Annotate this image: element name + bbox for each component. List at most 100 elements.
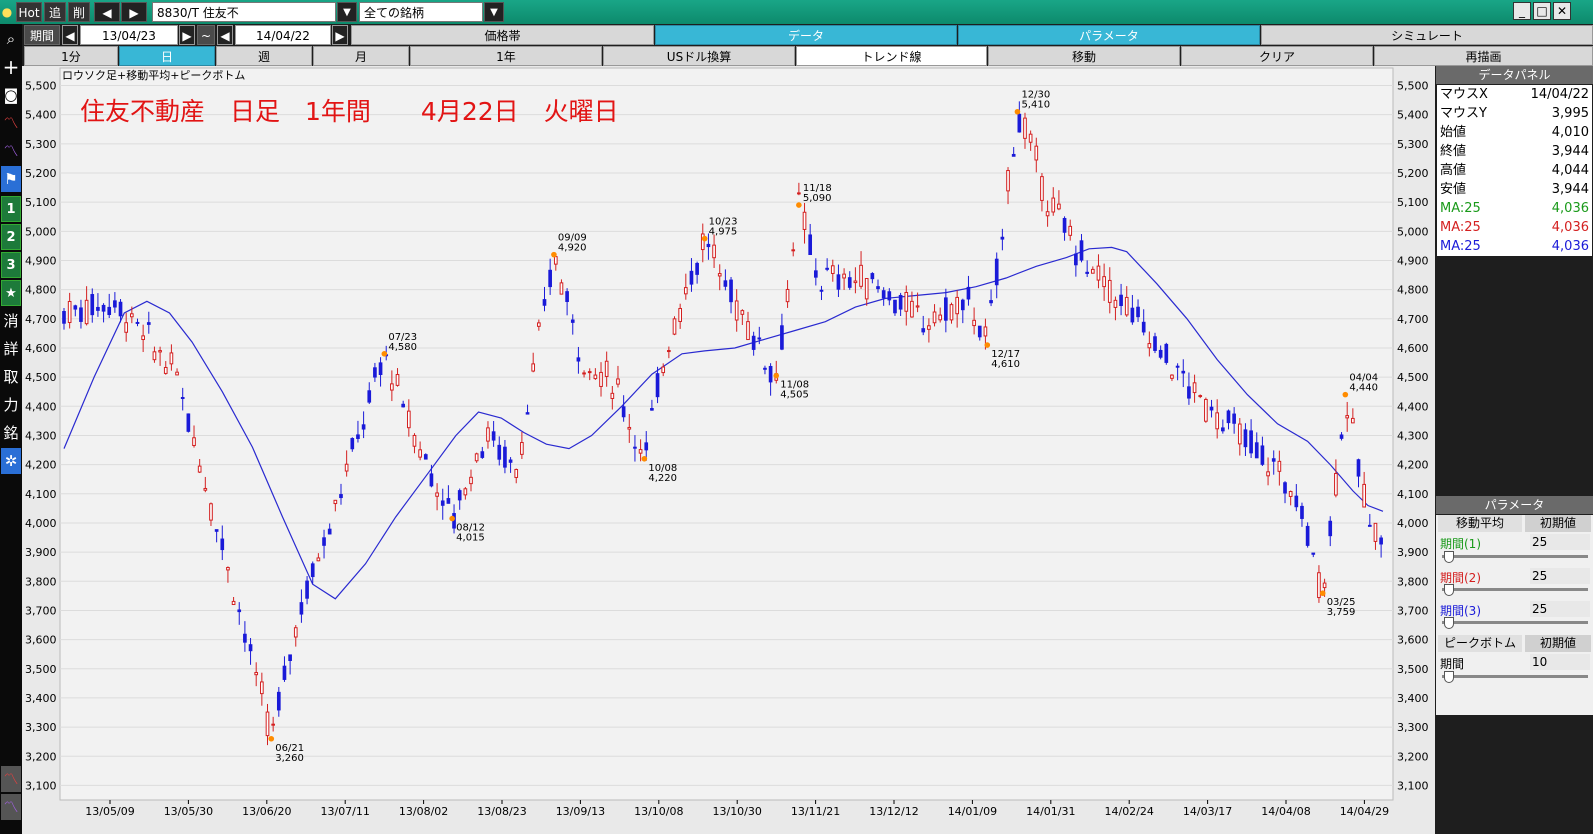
close-icon[interactable]: ✕ [1553, 2, 1571, 20]
universe-field[interactable]: 全ての銘柄 [359, 2, 483, 22]
candle-body [734, 300, 739, 321]
candle-body [180, 397, 185, 400]
to-next-button[interactable]: ▶ [332, 25, 348, 45]
stock-button[interactable]: 銘 [1, 420, 21, 446]
y-tick-label-left: 5,100 [25, 196, 57, 209]
pb-period-slider[interactable] [1442, 675, 1588, 678]
data-row: マウスX 14/04/22 [1437, 85, 1592, 104]
trade-button[interactable]: 取 [1, 364, 21, 390]
from-prev-button[interactable]: ◀ [62, 25, 78, 45]
period-3-slider-knob[interactable] [1444, 617, 1454, 629]
tab-data[interactable]: データ [655, 25, 957, 45]
y-tick-label-left: 4,100 [25, 488, 57, 501]
usd-convert-button[interactable]: USドル換算 [603, 46, 795, 66]
candlestick-chart[interactable]: 07/234,58009/094,92010/234,97511/185,090… [22, 66, 1435, 834]
tab-moving-average[interactable]: 移動平均 [1438, 515, 1522, 532]
from-date-field[interactable]: 13/04/23 [80, 25, 178, 45]
candle-body [881, 290, 886, 299]
candle-body [847, 277, 852, 288]
to-prev-button[interactable]: ◀ [217, 25, 233, 45]
from-next-button[interactable]: ▶ [179, 25, 195, 45]
preset-3-button[interactable]: 3 [1, 252, 21, 278]
prev-symbol-button[interactable]: ◀ [94, 2, 120, 22]
candle-body [825, 267, 829, 270]
period-1-input[interactable]: 25 [1530, 534, 1590, 550]
pb-period-input[interactable]: 10 [1530, 654, 1590, 670]
tab-1min[interactable]: 1分 [24, 46, 118, 66]
flag-icon[interactable]: ⚑ [1, 166, 21, 192]
y-tick-label-left: 3,100 [25, 779, 57, 792]
side-panel: データパネル マウスX 14/04/22 マウスY 3,995 始値 4,010 終値… [1436, 66, 1593, 834]
delete-button[interactable]: 削 [68, 2, 90, 22]
move-button[interactable]: 移動 [988, 46, 1180, 66]
search-icon[interactable]: ⌕ [1, 26, 21, 52]
chart-purple-icon[interactable]: 〽 [1, 138, 21, 164]
candle-body [1187, 386, 1191, 399]
preset-1-button[interactable]: 1 [1, 196, 21, 222]
candle-body [96, 306, 100, 311]
universe-dropdown-button[interactable]: ▼ [484, 2, 504, 22]
period-1-slider[interactable] [1442, 555, 1588, 558]
preset-2-button[interactable]: 2 [1, 224, 21, 250]
candle-body [1249, 430, 1253, 454]
candle-body [146, 322, 151, 325]
tab-peak-bottom[interactable]: ピークボトム [1438, 635, 1522, 652]
candle-body [1345, 415, 1350, 419]
ma-reset-button[interactable]: 初期値 [1525, 515, 1591, 532]
tab-monthly[interactable]: 月 [313, 46, 409, 66]
tab-parameters[interactable]: パラメータ [958, 25, 1260, 45]
maximize-icon[interactable]: □ [1533, 2, 1551, 20]
star-icon[interactable]: ★ [1, 280, 21, 306]
chart-area[interactable]: 07/23 4,580 09/09 4,920 10/23 4,975 11/18 5,090… [22, 66, 1435, 834]
crosshair-icon[interactable]: + [1, 54, 21, 80]
input-button[interactable]: 力 [1, 392, 21, 418]
candle-body [503, 446, 507, 468]
lightbulb-icon[interactable]: ● [0, 2, 14, 22]
symbol-dropdown-button[interactable]: ▼ [337, 2, 357, 22]
candle-body [1119, 294, 1123, 307]
candle-body [339, 494, 343, 499]
settings-icon[interactable]: ✲ [1, 448, 21, 474]
next-symbol-button[interactable]: ▶ [121, 2, 147, 22]
period-tilde: ~ [197, 25, 215, 45]
detail-button[interactable]: 詳 [1, 336, 21, 362]
candle-body [887, 291, 892, 301]
period-3-input[interactable]: 25 [1530, 601, 1590, 617]
trendline-button[interactable]: トレンド線 [796, 46, 987, 66]
candle-body [373, 367, 377, 378]
to-date-field[interactable]: 14/04/22 [235, 25, 331, 45]
range-1year-button[interactable]: 1年 [410, 46, 602, 66]
chart-red-icon[interactable]: 〽 [1, 110, 21, 136]
clear-button[interactable]: クリア [1181, 46, 1373, 66]
candle-body [1221, 427, 1225, 432]
period-2-input[interactable]: 25 [1530, 568, 1590, 584]
redraw-button[interactable]: 再描画 [1374, 46, 1593, 66]
period-1-slider-knob[interactable] [1444, 551, 1454, 563]
y-tick-label-right: 4,200 [1397, 459, 1429, 472]
add-button[interactable]: 追 [44, 2, 66, 22]
bottom-value-label: 4,015 [456, 533, 485, 544]
tab-simulate[interactable]: シミュレート [1261, 25, 1593, 45]
period-2-slider-knob[interactable] [1444, 584, 1454, 596]
pb-period-slider-knob[interactable] [1444, 671, 1454, 683]
period-3-slider[interactable] [1442, 621, 1588, 624]
camera-icon[interactable]: ◙ [1, 82, 21, 108]
hot-button[interactable]: Hot [16, 2, 42, 22]
candle-body [486, 427, 490, 442]
candle-body [893, 299, 897, 314]
mini-chart-red-icon[interactable]: 〽 [1, 766, 21, 792]
peak-marker [1014, 108, 1021, 115]
erase-button[interactable]: 消 [1, 308, 21, 334]
symbol-field[interactable]: 8830/T 住友不 [152, 2, 336, 22]
period-2-slider[interactable] [1442, 588, 1588, 591]
y-tick-label-left: 3,300 [25, 721, 57, 734]
y-tick-label-right: 4,700 [1397, 313, 1429, 326]
candle-body [62, 311, 66, 324]
tab-price-band[interactable]: 価格帯 [351, 25, 654, 45]
mini-chart-purple-icon[interactable]: 〽 [1, 794, 21, 820]
minimize-icon[interactable]: _ [1513, 2, 1531, 20]
tab-weekly[interactable]: 週 [216, 46, 312, 66]
pb-reset-button[interactable]: 初期値 [1525, 635, 1591, 652]
bottom-marker [1319, 590, 1326, 597]
tab-daily[interactable]: 日 [119, 46, 215, 66]
